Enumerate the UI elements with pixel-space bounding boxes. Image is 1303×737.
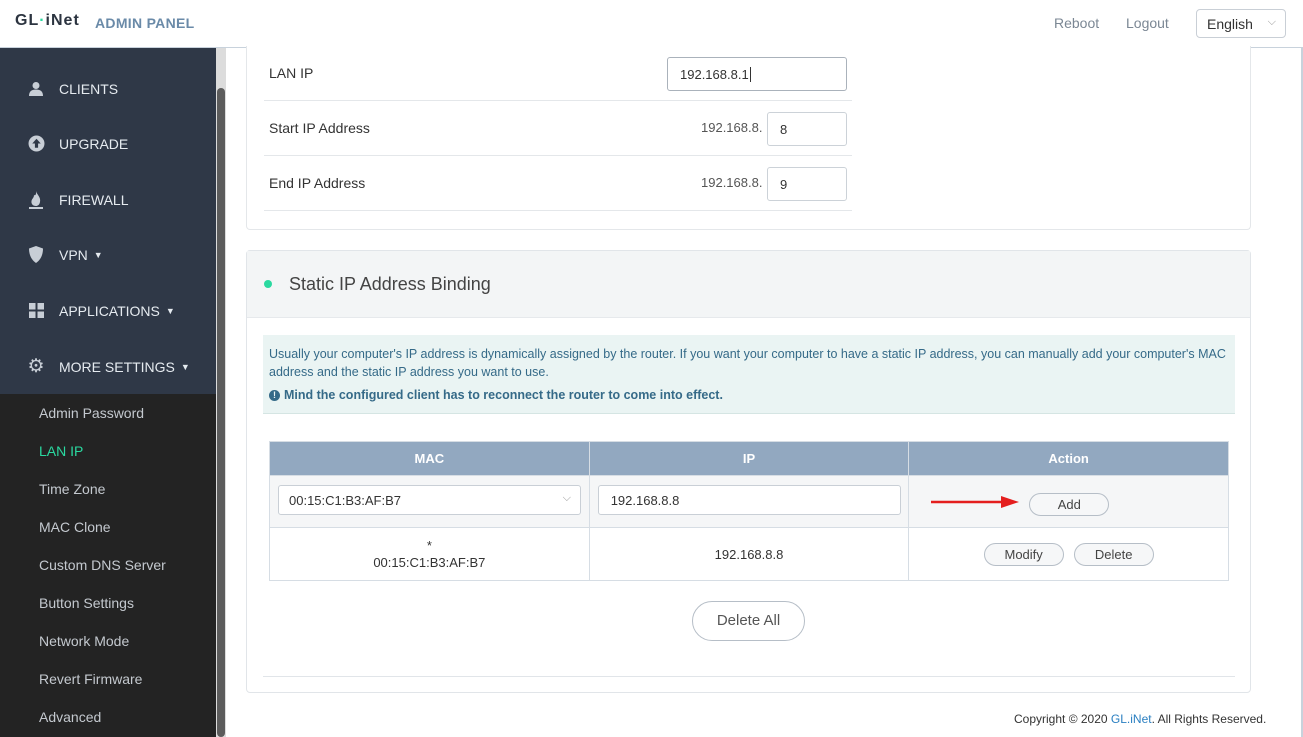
sidebar-item-vpn[interactable]: VPN ▼ (0, 227, 216, 282)
ip-value: 192.168.8.8 (588, 527, 910, 581)
lan-ip-input[interactable]: 192.168.8.1 (667, 57, 847, 91)
lan-ip-label: LAN IP (269, 65, 314, 81)
panel-title: ADMIN PANEL (95, 15, 195, 31)
sidebar-item-applications[interactable]: APPLICATIONS ▼ (0, 283, 216, 338)
mac-cell: * 00:15:C1:B3:AF:B7 (269, 527, 590, 581)
submenu-admin-password[interactable]: Admin Password (39, 405, 144, 421)
end-ip-label: End IP Address (269, 175, 366, 191)
reboot-link[interactable]: Reboot (1054, 15, 1099, 31)
sidebar-item-label: APPLICATIONS (59, 302, 160, 319)
logout-link[interactable]: Logout (1126, 15, 1169, 31)
caret-down-icon: ▼ (180, 361, 190, 372)
submenu-custom-dns[interactable]: Custom DNS Server (39, 557, 166, 573)
shield-icon (27, 246, 45, 264)
start-ip-label: Start IP Address (269, 120, 370, 136)
lan-settings-card: LAN IP 192.168.8.1 Start IP Address 192.… (246, 46, 1251, 230)
info-text: Usually your computer's IP address is dy… (269, 347, 1226, 379)
sidebar-item-label: UPGRADE (59, 135, 129, 152)
table-edit-row: 00:15:C1:B3:AF:B7 ⌵ 192.168.8.8 Add (269, 475, 1229, 528)
logo-text-left: GL (15, 12, 40, 29)
top-header: GL·iNet ADMIN PANEL Reboot Logout Englis… (0, 0, 1303, 48)
action-cell: Add (908, 475, 1229, 528)
language-select[interactable]: English ⌵ (1196, 9, 1286, 38)
lan-ip-value: 192.168.8.1 (680, 67, 749, 82)
mac-value: 00:15:C1:B3:AF:B7 (373, 555, 486, 570)
sidebar-item-firewall[interactable]: FIREWALL (0, 172, 216, 227)
brand-logo[interactable]: GL·iNet (15, 12, 80, 30)
sidebar-item-clients[interactable]: CLIENTS (0, 61, 216, 116)
end-ip-row: End IP Address 192.168.8. 9 (264, 156, 852, 211)
footer-prefix: Copyright © 2020 (1014, 712, 1111, 726)
info-alert: Usually your computer's IP address is dy… (263, 335, 1235, 414)
submenu-revert-firmware[interactable]: Revert Firmware (39, 671, 142, 687)
start-ip-prefix: 192.168.8. (701, 120, 763, 135)
mac-cell: 00:15:C1:B3:AF:B7 ⌵ (269, 475, 590, 528)
sidebar-item-label: MORE SETTINGS (59, 358, 175, 375)
end-ip-prefix: 192.168.8. (701, 175, 763, 190)
start-ip-row: Start IP Address 192.168.8. 8 (264, 101, 852, 156)
action-cell: Modify Delete (908, 527, 1229, 581)
mac-select-value: 00:15:C1:B3:AF:B7 (289, 493, 402, 508)
submenu-time-zone[interactable]: Time Zone (39, 481, 105, 497)
main-content: LAN IP 192.168.8.1 Start IP Address 192.… (226, 46, 1303, 737)
gear-icon: ⚙ (27, 356, 45, 377)
text-cursor (749, 67, 751, 82)
chevron-down-icon: ⌵ (562, 492, 571, 504)
static-ip-binding-card: Static IP Address Binding Usually your c… (246, 250, 1251, 693)
grid-icon (27, 302, 45, 320)
footer-suffix: . All Rights Reserved. (1151, 712, 1267, 726)
flame-icon (27, 190, 45, 209)
chevron-down-icon: ⌵ (1267, 16, 1276, 28)
user-icon (27, 80, 45, 98)
submenu-network-mode[interactable]: Network Mode (39, 633, 129, 649)
sidebar-item-label: VPN (59, 246, 88, 263)
card-header: Static IP Address Binding (247, 251, 1250, 318)
ip-input[interactable]: 192.168.8.8 (597, 485, 901, 515)
delete-button[interactable]: Delete (1073, 542, 1154, 566)
modify-button[interactable]: Modify (983, 542, 1064, 566)
column-header-mac: MAC (269, 441, 590, 476)
end-ip-input[interactable]: 9 (767, 167, 847, 201)
more-settings-submenu: Admin Password LAN IP Time Zone MAC Clon… (0, 394, 216, 737)
footer-copyright: Copyright © 2020 GL.iNet. All Rights Res… (1014, 712, 1266, 726)
mac-select[interactable]: 00:15:C1:B3:AF:B7 ⌵ (278, 485, 581, 515)
column-header-ip: IP (588, 441, 910, 476)
caret-down-icon: ▼ (165, 305, 175, 316)
submenu-lan-ip[interactable]: LAN IP (39, 443, 83, 459)
submenu-mac-clone[interactable]: MAC Clone (39, 519, 111, 535)
upload-icon (27, 135, 45, 153)
add-button[interactable]: Add (1029, 493, 1110, 516)
mac-mark: * (426, 538, 432, 553)
language-value: English (1207, 16, 1253, 32)
submenu-button-settings[interactable]: Button Settings (39, 595, 134, 611)
sidebar-item-label: CLIENTS (59, 80, 119, 97)
sidebar-item-more-settings[interactable]: ⚙ MORE SETTINGS ▼ (0, 339, 216, 394)
card-title: Static IP Address Binding (289, 274, 491, 294)
exclamation-icon: ! (269, 389, 280, 401)
binding-table: MAC IP Action 00:15:C1:B3:AF:B7 ⌵ 192.16… (269, 441, 1229, 581)
logo-text-right: iNet (45, 12, 80, 29)
table-header-row: MAC IP Action (269, 441, 1229, 476)
divider (263, 676, 1235, 677)
warning-text: Mind the configured client has to reconn… (284, 388, 723, 402)
sidebar-scrollbar-thumb[interactable] (217, 88, 225, 737)
start-ip-input[interactable]: 8 (767, 112, 847, 146)
column-header-action: Action (908, 441, 1229, 476)
lan-ip-row: LAN IP 192.168.8.1 (264, 46, 852, 101)
sidebar-item-upgrade[interactable]: UPGRADE (0, 116, 216, 171)
delete-all-button[interactable]: Delete All (692, 601, 805, 641)
ip-cell: 192.168.8.8 (588, 475, 910, 528)
warning-text-row: ! Mind the configured client has to reco… (269, 386, 1229, 404)
status-dot (264, 280, 272, 288)
red-arrow-annotation (931, 496, 1020, 508)
sidebar-item-label: FIREWALL (59, 191, 129, 208)
submenu-advanced[interactable]: Advanced (39, 709, 101, 725)
caret-down-icon: ▼ (93, 249, 103, 260)
footer-brand-link[interactable]: GL.iNet (1111, 712, 1152, 726)
table-row: * 00:15:C1:B3:AF:B7 192.168.8.8 Modify De… (269, 527, 1229, 581)
sidebar-scrollbar[interactable] (216, 48, 226, 737)
